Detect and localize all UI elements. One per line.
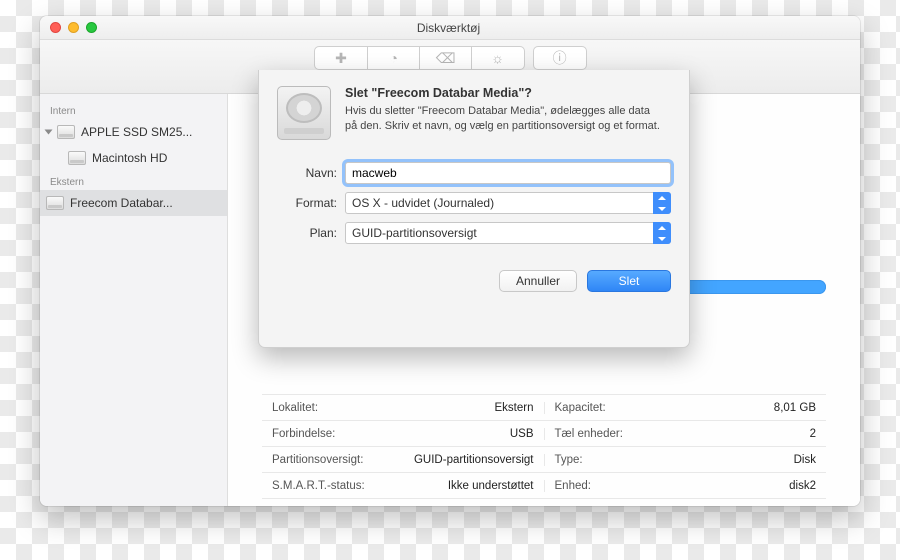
table-row: Partitionsoversigt:GUID-partitionsoversi… (262, 447, 826, 473)
table-row: Lokalitet:Ekstern Kapacitet:8,01 GB (262, 395, 826, 421)
traffic-lights (50, 22, 97, 33)
stepper-icon (653, 192, 671, 214)
sidebar-item-label: Macintosh HD (92, 151, 167, 165)
disk-icon (57, 125, 75, 139)
name-input[interactable] (345, 162, 671, 184)
erase-button[interactable]: ⌫ (419, 46, 473, 70)
titlebar[interactable]: Diskværktøj (40, 16, 860, 40)
chevron-down-icon[interactable] (45, 130, 53, 135)
erase-icon: ⌫ (436, 50, 456, 67)
sheet-body: Hvis du sletter "Freecom Databar Media",… (345, 104, 665, 134)
hard-drive-icon (277, 86, 331, 140)
scheme-value: GUID-partitionsoversigt (352, 226, 477, 240)
format-label: Format: (277, 196, 345, 210)
disk-icon (68, 151, 86, 165)
zoom-icon[interactable] (86, 22, 97, 33)
scheme-select[interactable]: GUID-partitionsoversigt (345, 222, 671, 244)
partition-button[interactable]: ◔ (367, 46, 421, 70)
disk-icon (46, 196, 64, 210)
sidebar: Intern APPLE SSD SM25... Macintosh HD Ek… (40, 94, 228, 506)
sidebar-item-external-disk[interactable]: Freecom Databar... (40, 190, 227, 216)
format-value: OS X - udvidet (Journaled) (352, 196, 494, 210)
table-row: Forbindelse:USB Tæl enheder:2 (262, 421, 826, 447)
info-button[interactable]: ⓘ (533, 46, 587, 70)
disk-utility-window: Diskværktøj ✚ Førstehjælp ◔ Partitioner … (40, 16, 860, 506)
minimize-icon[interactable] (68, 22, 79, 33)
name-label: Navn: (277, 166, 345, 180)
window-title: Diskværktøj (97, 21, 800, 35)
mount-icon: ☼ (491, 50, 504, 66)
sheet-title: Slet "Freecom Databar Media"? (345, 86, 665, 100)
erase-sheet: Slet "Freecom Databar Media"? Hvis du sl… (258, 70, 690, 348)
erase-confirm-button[interactable]: Slet (587, 270, 671, 292)
erase-form: Navn: Format: OS X - udvidet (Journaled)… (277, 158, 671, 248)
info-icon: ⓘ (553, 48, 567, 68)
format-select[interactable]: OS X - udvidet (Journaled) (345, 192, 671, 214)
sidebar-item-label: Freecom Databar... (70, 196, 173, 210)
stepper-icon (653, 222, 671, 244)
info-table: Lokalitet:Ekstern Kapacitet:8,01 GB Forb… (262, 394, 826, 499)
first-aid-button[interactable]: ✚ (314, 46, 368, 70)
sidebar-header-internal: Intern (40, 100, 227, 119)
sidebar-item-internal-disk[interactable]: APPLE SSD SM25... (40, 119, 227, 145)
mount-button[interactable]: ☼ (471, 46, 525, 70)
cancel-button[interactable]: Annuller (499, 270, 577, 292)
stethoscope-icon: ✚ (335, 50, 347, 67)
pie-icon: ◔ (389, 50, 397, 66)
sidebar-item-volume[interactable]: Macintosh HD (40, 145, 227, 171)
sidebar-item-label: APPLE SSD SM25... (81, 125, 192, 139)
close-icon[interactable] (50, 22, 61, 33)
sidebar-header-external: Ekstern (40, 171, 227, 190)
scheme-label: Plan: (277, 226, 345, 240)
table-row: S.M.A.R.T.-status:Ikke understøttet Enhe… (262, 473, 826, 499)
